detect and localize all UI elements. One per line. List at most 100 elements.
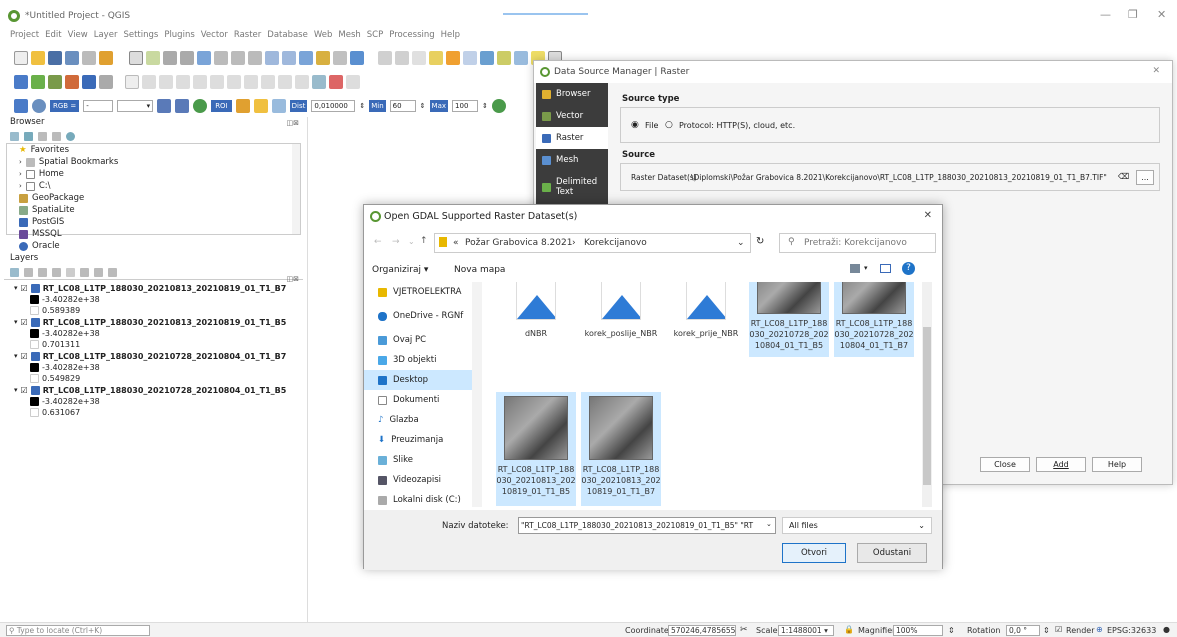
browser-item-mssql[interactable]: MSSQL: [7, 228, 300, 240]
menu-project[interactable]: Project: [10, 30, 39, 45]
remove-layer-icon[interactable]: [108, 267, 117, 277]
add-feature-icon[interactable]: [159, 75, 173, 89]
file-item-selected[interactable]: RT_LC08_L1TP_188030_20210728_20210804_01…: [834, 282, 914, 357]
nav-music[interactable]: ♪ Glazba: [364, 410, 482, 430]
preview-pane-icon[interactable]: [880, 264, 891, 273]
scroll-thumb[interactable]: [923, 327, 931, 485]
nav-3d-objects[interactable]: 3D objekti: [364, 350, 482, 370]
checkbox-icon[interactable]: ☑: [21, 284, 28, 293]
add-selected-icon[interactable]: [10, 131, 19, 141]
new-project-icon[interactable]: [14, 51, 28, 65]
add-raster-icon[interactable]: [65, 75, 79, 89]
bookmark-icon[interactable]: [316, 51, 330, 65]
nav-documents[interactable]: Dokumenti: [364, 390, 482, 410]
nav-onedrive[interactable]: OneDrive - RGNf: [364, 306, 482, 326]
checkbox-icon[interactable]: ☑: [21, 386, 28, 395]
toolbox-icon[interactable]: [463, 51, 477, 65]
deselect-icon[interactable]: [412, 51, 426, 65]
cut-icon[interactable]: [210, 75, 224, 89]
layer-row[interactable]: ▾ ☑ RT_LC08_L1TP_188030_20210728_20210804_…: [4, 350, 303, 362]
coordinate-field[interactable]: 570246,4785655: [668, 625, 736, 636]
file-item-selected[interactable]: RT_LC08_L1TP_188030_20210813_20210819_01…: [581, 392, 661, 506]
toggle-extents-icon[interactable]: ✂: [740, 625, 748, 635]
nav-desktop[interactable]: Desktop: [364, 370, 482, 390]
pan-to-selection-icon[interactable]: [146, 51, 160, 65]
menu-processing[interactable]: Processing: [389, 30, 434, 45]
dsm-close-icon[interactable]: ✕: [1152, 66, 1160, 76]
checkbox-icon[interactable]: ☑: [21, 352, 28, 361]
filter-legend-icon[interactable]: [52, 267, 61, 277]
delete-selected-icon[interactable]: [193, 75, 207, 89]
browser-item-oracle[interactable]: Oracle: [7, 240, 300, 252]
min-spinner[interactable]: ⇕: [420, 102, 426, 110]
raster-dataset-field[interactable]: \Diplomski\Požar Grabovica 8.2021\Korekc…: [691, 173, 1107, 182]
redo-roi-icon[interactable]: [271, 99, 286, 113]
show-hide-labels-icon[interactable]: [329, 75, 343, 89]
filename-input[interactable]: "RT_LC08_L1TP_188030_20210813_20210819_0…: [518, 517, 776, 534]
forward-icon[interactable]: →: [392, 237, 400, 247]
add-button[interactable]: Add: [1036, 457, 1086, 472]
zoom-selection-icon[interactable]: [214, 51, 228, 65]
side-item-raster[interactable]: Raster: [536, 127, 608, 149]
collapse-all-icon[interactable]: [52, 131, 61, 141]
zoom-full-icon[interactable]: [197, 51, 211, 65]
zoom-layer-icon[interactable]: [231, 51, 245, 65]
file-item[interactable]: korek_poslije_NBR: [581, 282, 661, 339]
zoom-out-icon[interactable]: [180, 51, 194, 65]
browser-item-home[interactable]: › Home: [7, 168, 300, 180]
properties-icon[interactable]: [66, 131, 75, 141]
zoom-to-image-icon[interactable]: [32, 99, 46, 113]
up-icon[interactable]: ↑: [420, 236, 428, 246]
add-group-icon[interactable]: [24, 267, 33, 277]
zoom-to-roi-icon[interactable]: [193, 99, 208, 113]
browser-item-spatial-bookmarks[interactable]: › Spatial Bookmarks: [7, 156, 300, 168]
undo-icon[interactable]: [261, 75, 275, 89]
menu-edit[interactable]: Edit: [45, 30, 61, 45]
browser-item-postgis[interactable]: PostGIS: [7, 216, 300, 228]
crs-icon[interactable]: ⊕: [1096, 625, 1103, 634]
recent-icon[interactable]: ⌄: [408, 237, 415, 246]
browser-item-spatialite[interactable]: SpatiaLite: [7, 204, 300, 216]
file-item-selected[interactable]: RT_LC08_L1TP_188030_20210813_20210819_01…: [496, 392, 576, 506]
local-std-stretch-icon[interactable]: [175, 99, 190, 113]
messages-icon[interactable]: ●: [1163, 625, 1170, 634]
side-item-browser[interactable]: Browser: [536, 83, 608, 105]
scale-field[interactable]: 1:1488001 ▾: [778, 625, 834, 636]
style-manager-icon[interactable]: [99, 51, 113, 65]
save-as-icon[interactable]: [65, 51, 79, 65]
rgb-dropdown[interactable]: ▾: [117, 100, 154, 112]
max-spinner[interactable]: ⇕: [482, 102, 488, 110]
view-dropdown-icon[interactable]: ▾: [864, 264, 868, 272]
nav-videos[interactable]: Videozapisi: [364, 470, 482, 490]
cancel-button[interactable]: Odustani: [857, 543, 927, 563]
menu-help[interactable]: Help: [441, 30, 460, 45]
clear-icon[interactable]: ⌫: [1118, 172, 1129, 181]
browser-item-favorites[interactable]: ★ Favorites: [7, 144, 300, 156]
pin-labels-icon[interactable]: [312, 75, 326, 89]
zoom-last-icon[interactable]: [265, 51, 279, 65]
nav-this-pc[interactable]: Ovaj PC: [364, 330, 482, 350]
paste-icon[interactable]: [244, 75, 258, 89]
browser-scrollbar[interactable]: [292, 144, 300, 234]
close-icon[interactable]: ✕: [1157, 8, 1166, 21]
layer-row[interactable]: ▾ ☑ RT_LC08_L1TP_188030_20210813_20210819_…: [4, 282, 303, 294]
menu-view[interactable]: View: [68, 30, 88, 45]
copy-icon[interactable]: [227, 75, 241, 89]
gdal-close-icon[interactable]: ✕: [924, 210, 932, 221]
new-folder-button[interactable]: Nova mapa: [454, 265, 505, 275]
add-vector-icon[interactable]: [48, 75, 62, 89]
label-tool-icon[interactable]: [295, 75, 309, 89]
scp-dock-icon[interactable]: [14, 99, 28, 113]
nav-pictures[interactable]: Slike: [364, 450, 482, 470]
refresh-icon[interactable]: [350, 51, 364, 65]
rgb-input[interactable]: -: [83, 100, 114, 112]
side-item-vector[interactable]: Vector: [536, 105, 608, 127]
field-calculator-icon[interactable]: [429, 51, 443, 65]
expand-all-icon[interactable]: [80, 267, 89, 277]
digitize-icon[interactable]: [14, 75, 28, 89]
rotation-spinner[interactable]: ⇕: [1043, 626, 1050, 635]
help-icon[interactable]: ?: [902, 262, 915, 275]
checkbox-icon[interactable]: ☑: [21, 318, 28, 327]
local-cumulative-stretch-icon[interactable]: [157, 99, 172, 113]
path-segment-2[interactable]: Korekcijanovo: [584, 238, 647, 248]
